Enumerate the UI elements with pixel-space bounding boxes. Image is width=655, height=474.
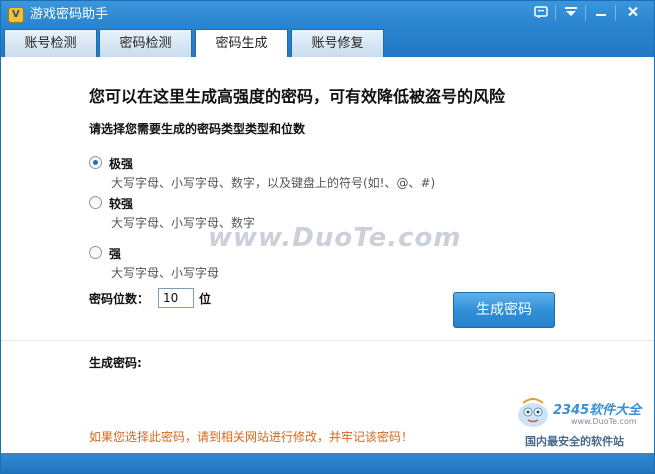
radio-very-strong[interactable] [89, 156, 102, 169]
radio-stronger[interactable] [89, 196, 102, 209]
option-description: 大写字母、小写字母、数字，以及键盘上的符号(如!、@、#) [111, 176, 436, 190]
menu-dropdown-button[interactable] [557, 1, 585, 25]
close-icon [628, 6, 638, 17]
brand-watermark: 2345软件大全 [553, 403, 642, 418]
tab-account-check[interactable]: 账号检测 [4, 29, 97, 57]
tab-bar: 账号检测 密码检测 密码生成 账号修复 [1, 29, 654, 58]
tab-account-repair[interactable]: 账号修复 [291, 29, 384, 57]
feedback-icon [534, 6, 548, 19]
corner-watermark: 2345软件大全 www.DuoTe.com 国内最安全的软件站 [515, 393, 653, 453]
page-headline: 您可以在这里生成高强度的密码，可有效降低被盗号的风险 [89, 87, 506, 106]
mascot-logo-icon [518, 398, 548, 427]
section-divider [1, 340, 654, 341]
title-bar: V 游戏密码助手 账号检测 密码检测 密码生成 账号修复 [1, 1, 654, 58]
url-watermark: www.DuoTe.com [571, 417, 637, 426]
minimize-icon [596, 14, 606, 16]
warning-message: 如果您选择此密码，请到相关网站进行修改，并牢记该密码！ [89, 430, 414, 444]
tab-password-check[interactable]: 密码检测 [99, 29, 192, 57]
minimize-button[interactable] [587, 1, 615, 25]
option-label: 较强 [109, 197, 134, 211]
generated-password-label: 生成密码: [89, 356, 142, 370]
password-length-label: 密码位数： [89, 292, 150, 306]
app-logo-icon: V [8, 7, 24, 23]
page-subtitle: 请选择您需要生成的密码类型类型和位数 [89, 122, 306, 136]
slogan-watermark: 国内最安全的软件站 [525, 435, 624, 448]
radio-strong[interactable] [89, 246, 102, 259]
close-button[interactable] [619, 1, 647, 25]
generate-password-button[interactable]: 生成密码 [453, 292, 555, 328]
watermark-text: www.DuoTe.com [208, 223, 462, 253]
tab-password-generate[interactable]: 密码生成 [195, 29, 288, 58]
menu-dropdown-icon [565, 7, 577, 16]
option-description: 大写字母、小写字母 [111, 266, 220, 280]
option-label: 极强 [109, 157, 134, 171]
bottom-bar [1, 453, 654, 473]
option-label: 强 [109, 247, 122, 261]
feedback-button[interactable] [527, 1, 555, 25]
window-title: 游戏密码助手 [30, 7, 109, 22]
app-window: V 游戏密码助手 账号检测 密码检测 密码生成 账号修复 您可以在这里生成高强度… [0, 0, 655, 474]
password-length-unit: 位 [199, 292, 212, 306]
password-length-input[interactable] [158, 288, 194, 308]
